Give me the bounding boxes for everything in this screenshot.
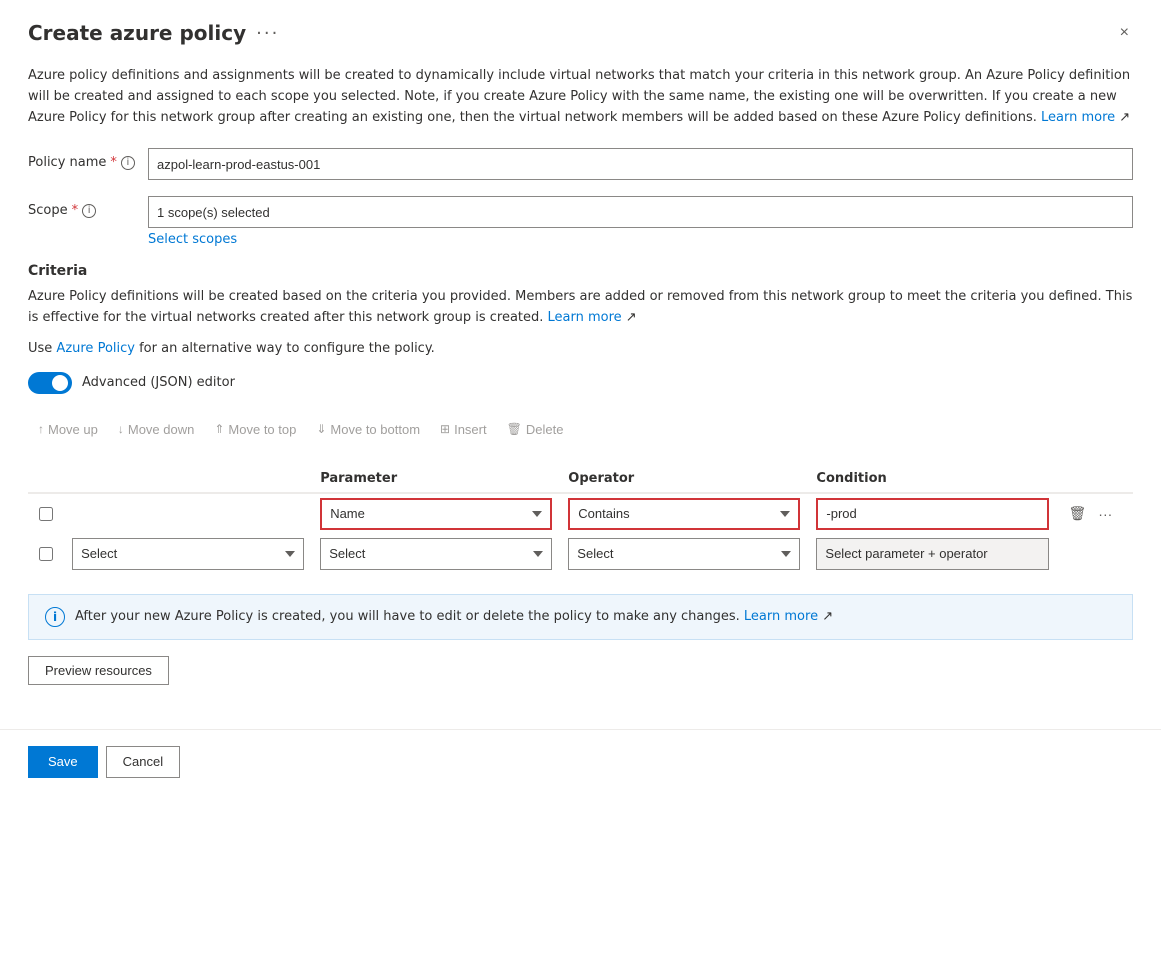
move-up-button[interactable]: ↑ Move up — [28, 418, 108, 441]
advanced-json-toggle[interactable] — [28, 372, 72, 394]
scope-input-wrapper: Select scopes — [148, 196, 1133, 247]
row1-check-cell — [28, 493, 64, 534]
row1-operator-select[interactable]: Contains — [568, 498, 800, 530]
info-banner-icon: i — [45, 607, 65, 627]
row2-operator-cell: Select — [560, 534, 808, 574]
dialog-title: Create azure policy — [28, 21, 246, 45]
select-scopes-link[interactable]: Select scopes — [148, 232, 1133, 247]
policy-name-required: * — [110, 155, 117, 170]
delete-icon: 🗑 — [507, 422, 522, 436]
select-param-op-button[interactable]: Select parameter + operator — [816, 538, 1048, 570]
insert-icon: ⊞ — [440, 422, 450, 436]
move-up-icon: ↑ — [38, 422, 44, 436]
col-check-header — [28, 465, 64, 493]
row2-condition-cell: Select parameter + operator — [808, 534, 1056, 574]
criteria-toolbar: ↑ Move up ↓ Move down ⇑ Move to top ⇓ Mo… — [28, 414, 1133, 445]
row2-parameter-select[interactable]: Select — [320, 538, 552, 570]
criteria-learn-more-link[interactable]: Learn more — [548, 310, 622, 325]
row2-check-cell — [28, 534, 64, 574]
info-banner: i After your new Azure Policy is created… — [28, 594, 1133, 640]
close-button[interactable]: × — [1116, 20, 1133, 46]
row1-condition-cell — [808, 493, 1056, 534]
move-down-button[interactable]: ↓ Move down — [108, 418, 204, 441]
col-parameter-header: Parameter — [312, 465, 560, 493]
row2-checkbox[interactable] — [39, 547, 53, 561]
move-to-bottom-icon: ⇓ — [316, 422, 326, 436]
policy-name-label: Policy name * i — [28, 148, 148, 170]
policy-name-row: Policy name * i — [28, 148, 1133, 180]
azure-policy-link[interactable]: Azure Policy — [56, 341, 135, 356]
move-to-top-icon: ⇑ — [214, 422, 224, 436]
row2-select1[interactable]: Select — [72, 538, 304, 570]
cancel-button[interactable]: Cancel — [106, 746, 180, 778]
insert-button[interactable]: ⊞ Insert — [430, 418, 497, 441]
row1-action-cell: 🗑 ··· — [1057, 493, 1133, 534]
move-down-icon: ↓ — [118, 422, 124, 436]
row1-checkbox[interactable] — [39, 507, 53, 521]
row1-delete-button[interactable]: 🗑 — [1065, 503, 1091, 524]
learn-more-link-1[interactable]: Learn more — [1041, 110, 1115, 125]
criteria-table: Parameter Operator Condition — [28, 465, 1133, 574]
scope-required: * — [72, 203, 79, 218]
row2-parameter-cell: Select — [312, 534, 560, 574]
info-banner-text: After your new Azure Policy is created, … — [75, 607, 833, 627]
policy-name-input[interactable] — [148, 148, 1133, 180]
col-condition-header: Condition — [808, 465, 1056, 493]
criteria-section-title: Criteria — [28, 263, 1133, 279]
azure-policy-line: Use Azure Policy for an alternative way … — [28, 341, 1133, 356]
move-to-top-button[interactable]: ⇑ Move to top — [204, 418, 306, 441]
delete-button[interactable]: 🗑 Delete — [497, 418, 574, 441]
col-action-header — [1057, 465, 1133, 493]
dialog-body: Azure policy definitions and assignments… — [0, 56, 1161, 729]
preview-resources-button[interactable]: Preview resources — [28, 656, 169, 685]
row1-condition-input[interactable] — [816, 498, 1048, 530]
row2-select1-cell: Select — [64, 534, 312, 574]
row2-action-cell — [1057, 534, 1133, 574]
scope-label: Scope * i — [28, 196, 148, 218]
row1-select1-cell — [64, 493, 312, 534]
info-banner-learn-more-link[interactable]: Learn more — [744, 609, 818, 624]
scope-info-icon[interactable]: i — [82, 204, 96, 218]
row1-parameter-cell: Name — [312, 493, 560, 534]
col-operator-header: Operator — [560, 465, 808, 493]
table-row: Name Contains 🗑 ··· — [28, 493, 1133, 534]
criteria-description: Azure Policy definitions will be created… — [28, 287, 1133, 329]
create-azure-policy-dialog: Create azure policy ··· × Azure policy d… — [0, 0, 1161, 964]
move-to-bottom-button[interactable]: ⇓ Move to bottom — [306, 418, 430, 441]
dialog-title-row: Create azure policy ··· — [28, 21, 279, 45]
save-button[interactable]: Save — [28, 746, 98, 778]
row1-actions: 🗑 ··· — [1065, 503, 1125, 524]
dialog-footer: Save Cancel — [0, 729, 1161, 794]
row1-more-button[interactable]: ··· — [1094, 504, 1116, 524]
toggle-row: Advanced (JSON) editor — [28, 372, 1133, 394]
table-row: Select Select Select Select p — [28, 534, 1133, 574]
scope-input[interactable] — [148, 196, 1133, 228]
toggle-label: Advanced (JSON) editor — [82, 375, 235, 390]
row1-operator-cell: Contains — [560, 493, 808, 534]
table-header-row: Parameter Operator Condition — [28, 465, 1133, 493]
scope-row: Scope * i Select scopes — [28, 196, 1133, 247]
row1-parameter-select[interactable]: Name — [320, 498, 552, 530]
col-select1-header — [64, 465, 312, 493]
dialog-header: Create azure policy ··· × — [0, 0, 1161, 56]
row2-operator-select[interactable]: Select — [568, 538, 800, 570]
dialog-title-dots: ··· — [256, 23, 279, 44]
intro-text: Azure policy definitions and assignments… — [28, 66, 1133, 128]
policy-name-info-icon[interactable]: i — [121, 156, 135, 170]
